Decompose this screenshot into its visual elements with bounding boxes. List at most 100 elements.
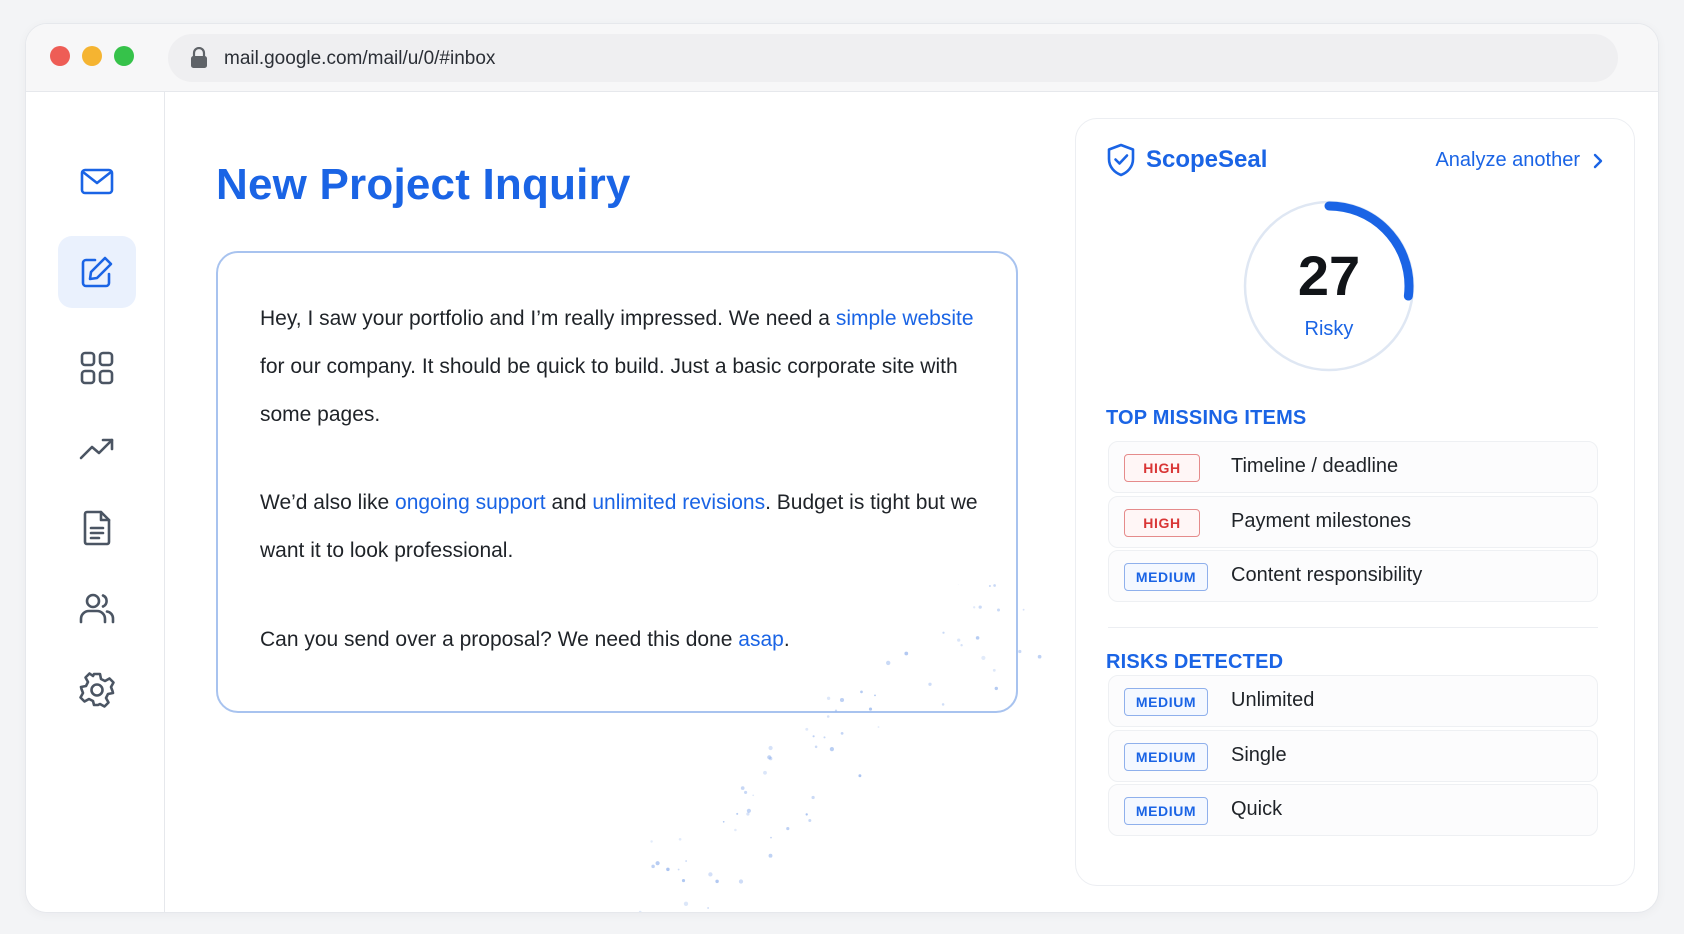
text-segment: Hey, I saw your portfolio and I’m really… [260,307,836,330]
missing-item[interactable]: HIGH Timeline / deadline [1108,441,1598,493]
decorative-dot [957,638,961,642]
decorative-dot [829,747,834,752]
decorative-dot [874,694,876,697]
decorative-dot [681,879,686,883]
decorative-dots [638,584,1042,912]
decorative-dot [744,790,748,794]
highlight-simple-website[interactable]: simple website [836,307,974,330]
brand: ScopeSeal [1106,143,1267,177]
decorative-dot [823,736,826,739]
decorative-dot [746,812,750,816]
text-segment: and [545,491,593,514]
decorative-dot [685,860,687,862]
maximize-window-button[interactable] [114,46,134,66]
close-window-button[interactable] [50,46,70,66]
decorative-dot [740,786,745,790]
decorative-dot [638,910,642,912]
decorative-dot [812,735,815,738]
risk-item-label: Unlimited [1231,689,1315,711]
sidebar-item-compose[interactable] [58,236,136,308]
browser-window: mail.google.com/mail/u/0/#inbox New Proj… [25,23,1659,913]
decorative-dot [650,840,653,843]
decorative-dot [683,901,689,906]
decorative-dot [826,715,830,718]
sidebar-item-clients[interactable] [58,572,136,644]
severity-badge: HIGH [1124,454,1200,482]
missing-item-label: Content responsibility [1231,564,1423,586]
decorative-dot [994,686,998,691]
missing-item-label: Timeline / deadline [1231,455,1399,477]
address-text: mail.google.com/mail/u/0/#inbox [224,48,496,69]
decorative-dot [1022,608,1025,611]
text-segment: for our company. It should be quick to b… [260,355,958,426]
decorative-dot [805,727,809,731]
sidebar-item-settings[interactable] [58,654,136,726]
decorative-dot [808,819,812,822]
decorative-dot [678,837,682,841]
decorative-dot [752,794,755,797]
decorative-dot [839,697,845,703]
decorative-dot [834,709,838,712]
decorative-dot [655,861,660,866]
decorative-dot [811,795,815,800]
section-divider [1108,627,1598,628]
decorative-dot [992,668,996,672]
decorative-dot [860,690,863,694]
missing-item[interactable]: HIGH Payment milestones [1108,496,1598,548]
users-icon [79,593,115,624]
risk-item[interactable]: MEDIUM Quick [1108,784,1598,836]
decorative-dot [981,655,986,660]
analyze-another-link[interactable]: Analyze another [1435,149,1604,172]
browser-titlebar: mail.google.com/mail/u/0/#inbox [26,24,1658,92]
decorative-dot [708,872,713,877]
gear-icon [79,672,115,708]
decorative-dot [722,820,725,823]
scopeseal-panel: ScopeSeal Analyze another 27 Risky TOP M… [1075,118,1635,886]
risk-item-label: Single [1231,744,1287,766]
address-bar[interactable]: mail.google.com/mail/u/0/#inbox [168,34,1618,82]
highlight-ongoing-support[interactable]: ongoing support [395,491,546,514]
severity-badge: MEDIUM [1124,797,1208,825]
decorative-dot [928,682,932,686]
sidebar-item-documents[interactable] [58,492,136,564]
risk-item[interactable]: MEDIUM Single [1108,730,1598,782]
missing-item-label: Payment milestones [1231,510,1412,532]
email-paragraph-1: Hey, I saw your portfolio and I’m really… [260,295,980,439]
sidebar-item-analytics[interactable] [58,412,136,484]
decorative-dot [997,608,1000,612]
trending-icon [79,438,114,460]
decorative-dot [868,707,873,711]
risk-score: 27 [1297,244,1361,307]
decorative-dot [734,828,737,832]
decorative-dot [978,605,982,609]
compose-icon [81,256,113,288]
decorative-dot [738,879,744,884]
email-paragraph-2: We’d also like ongoing support and unlim… [260,479,980,575]
sidebar-item-mail[interactable] [58,145,136,217]
sidebar-item-dashboard[interactable] [58,332,136,404]
risk-score-label: Risky [1304,318,1354,340]
decorative-dot [1037,654,1042,659]
risk-item-label: Quick [1231,798,1283,820]
decorative-dot [666,867,670,872]
risks-detected-title: RISKS DETECTED [1106,651,1284,673]
decorative-dot [993,584,996,587]
decorative-dot [769,756,773,761]
missing-item[interactable]: MEDIUM Content responsibility [1108,550,1598,602]
decorative-dot [941,703,945,706]
severity-badge: MEDIUM [1124,563,1208,591]
decorative-dot [975,636,980,640]
grid-icon [80,351,114,385]
decorative-dot [877,726,880,728]
decorative-dot [651,864,655,869]
severity-badge: MEDIUM [1124,688,1208,716]
decorative-dot [973,606,976,609]
lock-icon [191,47,207,68]
minimize-window-button[interactable] [82,46,102,66]
decorative-dot [988,584,991,588]
risk-item[interactable]: MEDIUM Unlimited [1108,675,1598,727]
decorative-dot [763,770,767,775]
email-subject: New Project Inquiry [216,160,631,209]
decorative-dot [942,631,945,634]
highlight-unlimited-revisions[interactable]: unlimited revisions [592,491,765,514]
